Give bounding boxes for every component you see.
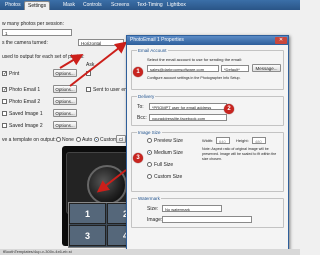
- watermark-size-select[interactable]: No watermark: [162, 205, 222, 212]
- bcc-label: Bcc:: [137, 115, 147, 121]
- dialog-title: PhotoEmail 1 Properties: [127, 36, 288, 45]
- custom-size-label: Custom Size: [154, 174, 183, 180]
- watermark-size-label: Size:: [147, 206, 159, 212]
- status-bar: fBoothTemplates/4up-v-300x-4x6-eb.st: [0, 249, 300, 255]
- watermark-title: Watermark: [137, 196, 161, 201]
- callout-3: 3: [133, 153, 143, 163]
- medium-size-label: Medium Size: [154, 150, 183, 156]
- email-account-title: Email Account: [137, 48, 168, 53]
- configure-note: Configure account settings in the Photog…: [147, 76, 241, 80]
- height-label: Height:: [236, 138, 249, 143]
- arrow-to-grid: [96, 169, 127, 193]
- callout-2: 2: [224, 104, 234, 114]
- medium-size-radio[interactable]: [147, 150, 152, 155]
- custom-size-radio[interactable]: [147, 174, 152, 179]
- full-size-label: Full Size: [154, 162, 174, 168]
- width-label: Width:: [202, 138, 214, 143]
- to-select[interactable]: *PROMPT user for email address: [149, 103, 227, 110]
- callout-1: 1: [133, 67, 143, 77]
- message-button[interactable]: Message...: [252, 64, 281, 72]
- delivery-group: Delivery To: *PROMPT user for email addr…: [131, 94, 284, 126]
- default-select[interactable]: *Default*: [221, 65, 249, 72]
- to-label: To:: [137, 104, 144, 110]
- image-size-group: Image Size Preview Size Medium Size Full…: [131, 130, 284, 192]
- watermark-image-input[interactable]: [162, 216, 252, 223]
- email-account-group: Email Account Select the email account t…: [131, 48, 284, 90]
- height-input[interactable]: 480: [252, 137, 266, 144]
- email-account-instruction: Select the email account to use for send…: [147, 57, 242, 62]
- aspect-note: Note: Aspect ratio of original image wil…: [202, 147, 277, 161]
- arrow-to-dialog: [69, 41, 128, 87]
- watermark-group: Watermark Size: No watermark Image:: [131, 196, 284, 228]
- preview-size-radio[interactable]: [147, 138, 152, 143]
- delivery-title: Delivery: [137, 94, 156, 99]
- image-size-title: Image Size: [137, 130, 162, 135]
- watermark-image-label: Image:: [147, 217, 163, 223]
- arrow-to-ask: [59, 53, 84, 69]
- full-size-radio[interactable]: [147, 162, 152, 167]
- preview-size-label: Preview Size: [154, 138, 183, 144]
- bcc-input[interactable]: youraddresslite.facebook.com: [149, 114, 227, 121]
- width-input[interactable]: 640: [216, 137, 230, 144]
- close-icon[interactable]: ✕: [275, 37, 287, 44]
- photo-email-properties-dialog: PhotoEmail 1 Properties ✕ Email Account …: [126, 35, 289, 255]
- email-account-select[interactable]: sales@darkroomsoftware.com: [147, 65, 219, 72]
